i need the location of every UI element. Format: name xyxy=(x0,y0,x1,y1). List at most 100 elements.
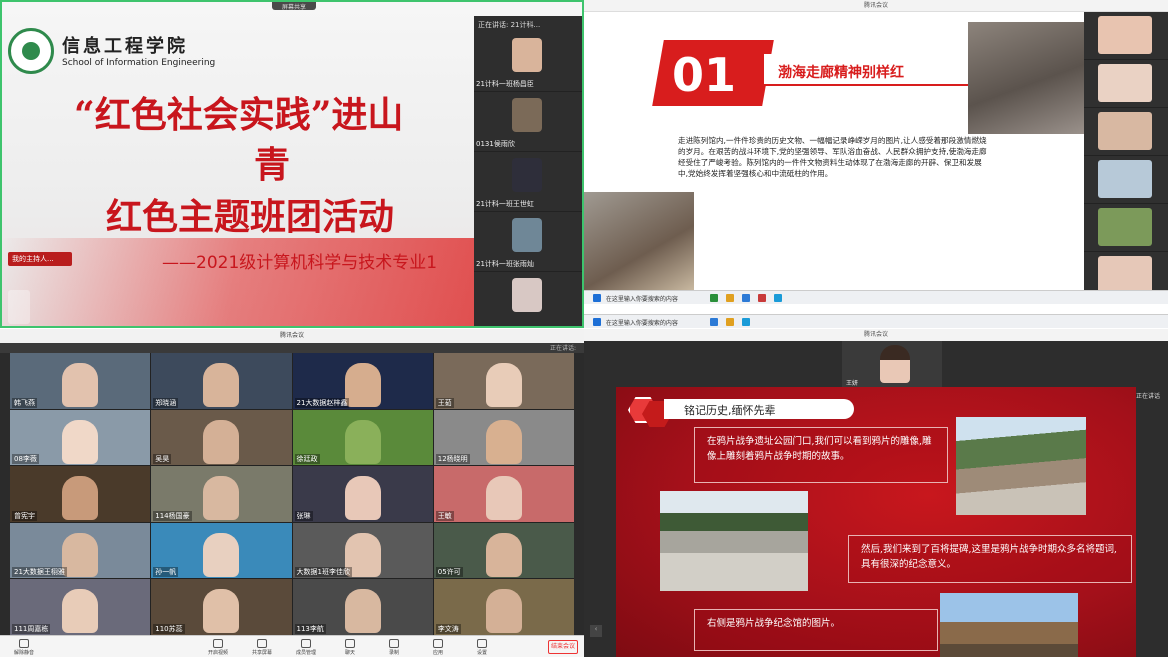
participant-tile[interactable]: 114杨国豪 xyxy=(151,466,292,522)
app-icon[interactable] xyxy=(709,294,718,302)
participant-name: 大数据1班李佳欣 xyxy=(294,567,352,578)
windows-taskbar-2[interactable]: 在这里输入你要搜索的内容 xyxy=(584,314,1168,328)
toolbar-button[interactable]: 开启视频 xyxy=(206,639,230,656)
section-number: 01 xyxy=(672,48,737,102)
participant-avatar xyxy=(62,476,99,521)
participant-tile[interactable]: 王茹 xyxy=(433,353,574,409)
participant-tile[interactable]: 111周嘉栋 xyxy=(10,579,151,635)
participant-avatar xyxy=(344,476,381,521)
window-title-bar: 腾讯会议 xyxy=(584,0,1168,12)
collapse-arrow-icon[interactable]: ‹ xyxy=(590,625,602,637)
toolbar-button[interactable]: 聊天 xyxy=(338,639,362,656)
toolbar-label: 解除静音 xyxy=(13,650,34,656)
toolbar-label: 开启视频 xyxy=(207,650,228,656)
screen-share-tag[interactable]: 屏幕共享 xyxy=(272,2,316,11)
speaking-indicator: 正在讲话: 21计科... xyxy=(478,21,541,29)
windows-start-icon-2[interactable] xyxy=(593,318,601,326)
browser-icon-2[interactable] xyxy=(709,318,718,326)
participant-tile[interactable] xyxy=(1084,60,1168,108)
participant-name: 徐廷政 xyxy=(294,454,320,465)
toolbar-button[interactable]: 解除静音 xyxy=(12,639,36,656)
windows-start-icon[interactable] xyxy=(593,294,601,302)
taskbar-search[interactable]: 在这里输入你要搜索的内容 xyxy=(606,296,678,303)
participant-tile[interactable]: 韩飞燕 xyxy=(10,353,151,409)
participant-tile[interactable] xyxy=(1084,204,1168,252)
participant-avatar xyxy=(62,532,99,577)
toolbar-label: 聊天 xyxy=(344,650,355,656)
participant-tile[interactable]: 08李薇 xyxy=(10,409,151,466)
participant-tile[interactable]: 孙一帆 xyxy=(151,522,292,579)
participant-tile[interactable]: 郑晓涵 xyxy=(151,353,292,409)
participant-name: 21大数据王栩雅 xyxy=(12,567,67,578)
participant-tile[interactable]: 12杨晓明 xyxy=(433,409,574,466)
statue-photo xyxy=(584,192,694,290)
participant-tile[interactable]: 李文涛 xyxy=(433,579,574,635)
folder-icon-2[interactable] xyxy=(725,318,734,326)
participant-tile[interactable]: 王敏 xyxy=(433,466,574,522)
toolbar-button[interactable]: 共享屏幕 xyxy=(250,639,274,656)
folder-icon[interactable] xyxy=(725,294,734,302)
participant-name: 郑晓涵 xyxy=(153,397,179,408)
presenter-camera[interactable]: 王妍 xyxy=(842,341,942,389)
participant-tile[interactable]: 21计科一班张雨灿 xyxy=(474,212,582,272)
participant-tile[interactable] xyxy=(474,272,582,326)
participant-name: 王敏 xyxy=(435,510,454,521)
slide-content: 01 渤海走廊精神别样红 走进陈列馆内,一件件珍贵的历史文物、一幅幅记录峥嵘岁月… xyxy=(584,12,1084,290)
meeting-icon[interactable] xyxy=(773,294,782,302)
speaking-indicator: 正在讲话: xyxy=(0,343,584,353)
office-icon[interactable] xyxy=(757,294,766,302)
participant-avatar xyxy=(203,589,240,634)
participant-tile[interactable]: 21大数据赵梓鑫 xyxy=(292,353,433,409)
participant-tile[interactable]: 0131侯雨欣 xyxy=(474,92,582,152)
toolbar-button[interactable]: 应用 xyxy=(426,639,450,656)
toolbar-button[interactable]: 成员管理 xyxy=(294,639,318,656)
participant-tile[interactable]: 曾宪宇 xyxy=(10,466,151,522)
taskbar-search-2[interactable]: 在这里输入你要搜索的内容 xyxy=(606,320,678,327)
section-paragraph: 走进陈列馆内,一件件珍贵的历史文物、一幅幅记录峥嵘岁月的图片,让人感受着那段激情… xyxy=(678,136,987,178)
participant-video-strip[interactable] xyxy=(1084,12,1168,302)
toolbar-icon xyxy=(345,639,355,648)
windows-taskbar[interactable]: 在这里输入你要搜索的内容 xyxy=(584,290,1168,304)
participant-avatar xyxy=(485,589,522,634)
participant-tile[interactable]: 吴昊 xyxy=(151,409,292,466)
toolbar-icon xyxy=(19,639,29,648)
participant-avatar xyxy=(344,589,381,634)
participant-tile[interactable] xyxy=(1084,108,1168,156)
participant-tile[interactable]: 05许可 xyxy=(433,522,574,579)
participant-tile[interactable] xyxy=(1084,156,1168,204)
participant-tile[interactable]: 21大数据王栩雅 xyxy=(10,522,151,579)
video-gallery-grid[interactable]: 韩飞燕 郑晓涵 21大数据赵梓鑫 王茹 08李薇 吴昊 徐廷政 12杨晓明曾宪宇 114杨国豪 张… xyxy=(10,353,574,635)
participant-avatar xyxy=(344,363,381,407)
participant-tile[interactable]: 113李航 xyxy=(292,579,433,635)
participant-tile[interactable]: 大数据1班李佳欣 xyxy=(292,522,433,579)
participant-tile[interactable]: 徐廷政 xyxy=(292,409,433,466)
participant-tile[interactable]: 110苏蕊 xyxy=(151,579,292,635)
toolbar-button[interactable]: 设置 xyxy=(470,639,494,656)
participant-tile[interactable] xyxy=(1084,12,1168,60)
shared-screen-panel-4: 腾讯会议 王妍 正在讲话 铭记历史,缅怀先辈 在鸦片战争遗址公园门口,我们可以看… xyxy=(584,329,1168,657)
participant-name: 21大数据赵梓鑫 xyxy=(294,397,350,408)
participant-avatar xyxy=(485,476,522,521)
window-title-bar: 腾讯会议 xyxy=(0,329,584,343)
meeting-toolbar[interactable]: 结束会议 解除静音 开启视频 共享屏幕 成员管理 聊天 录制 应用 设置 xyxy=(0,635,584,657)
text-box-2: 然后,我们来到了百将提碑,这里是鸦片战争时期众多名将题词,具有很深的纪念意义。 xyxy=(848,535,1132,583)
school-logo xyxy=(8,28,54,74)
participant-tile[interactable]: 张琳 xyxy=(292,466,433,522)
participant-video-list[interactable]: 正在讲话: 21计科... 21计科一班杨昌臣 0131侯雨欣 21计科一班王世虹 2… xyxy=(474,16,582,326)
participant-name: 0131侯雨欣 xyxy=(476,140,515,148)
text-box-3: 右侧是鸦片战争纪念馆的图片。 xyxy=(694,609,938,651)
meeting-icon-2[interactable] xyxy=(741,318,750,326)
toolbar-icon xyxy=(477,639,487,648)
participant-tile[interactable]: 21计科一班王世虹 xyxy=(474,152,582,212)
speaking-tag: 正在讲话 xyxy=(1135,393,1160,400)
section-heading: 渤海走廊精神别样红 xyxy=(764,54,974,86)
participant-tile[interactable]: 21计科一班杨昌臣 xyxy=(474,32,582,92)
prev-slide-button[interactable] xyxy=(8,290,30,324)
end-meeting-button[interactable]: 结束会议 xyxy=(548,640,578,654)
participant-avatar xyxy=(1098,112,1152,150)
presenter-chip[interactable]: 我的主持人... xyxy=(8,252,72,266)
toolbar-button[interactable]: 录制 xyxy=(382,639,406,656)
browser-icon[interactable] xyxy=(741,294,750,302)
participant-name: 孙一帆 xyxy=(153,567,179,578)
slide-content: 铭记历史,缅怀先辈 在鸦片战争遗址公园门口,我们可以看到鸦片的雕像,雕像上雕刻着… xyxy=(616,387,1136,657)
